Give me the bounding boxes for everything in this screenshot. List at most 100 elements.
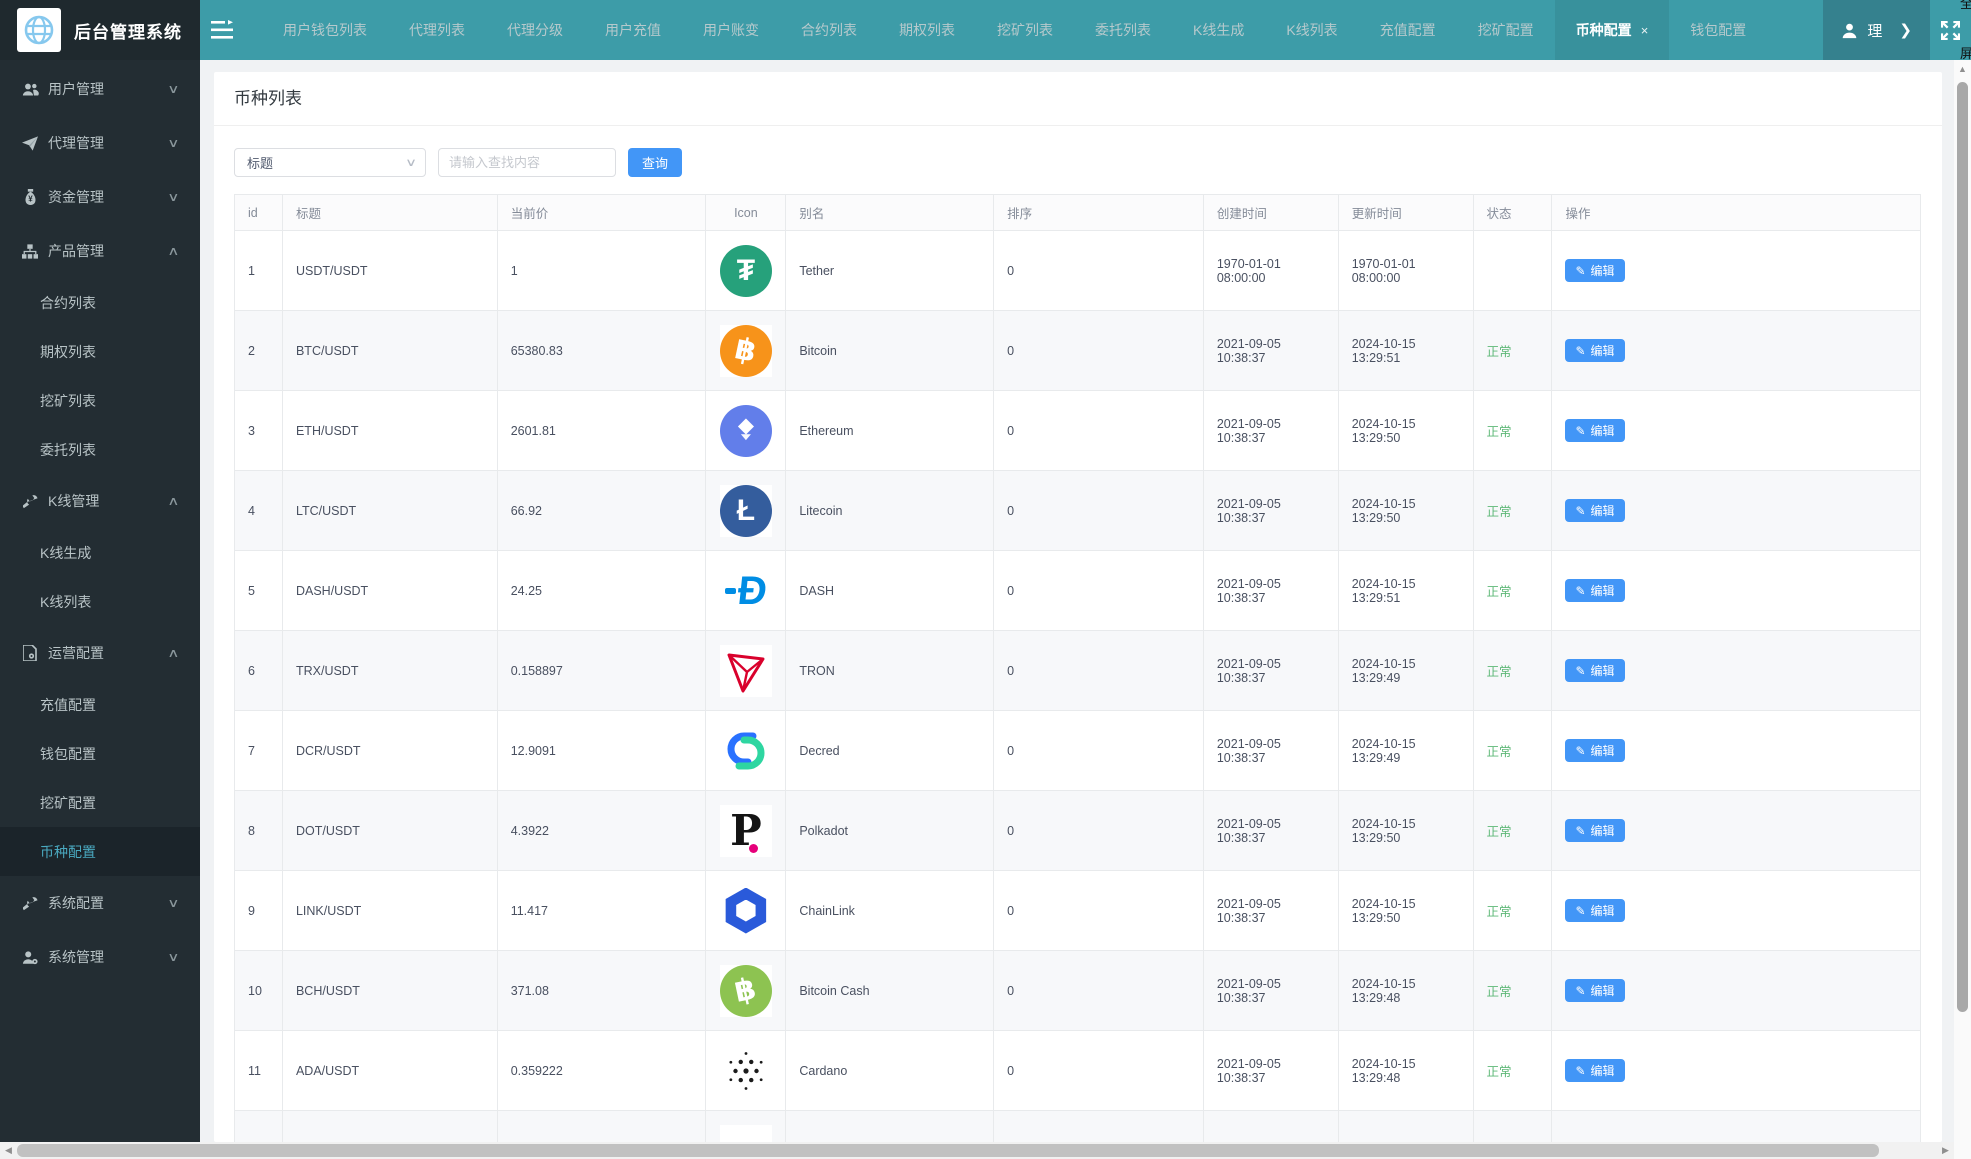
table-row: 5 DASH/USDT 24.25 Đ DASH 0 2021-09-05 10:38:37… xyxy=(235,551,1920,631)
cell-alias: Cardano xyxy=(786,1031,995,1110)
sidebar-item-挖矿配置[interactable]: 挖矿配置 xyxy=(0,778,200,827)
cell-title: ETH/USDT xyxy=(283,391,498,470)
field-select[interactable]: 标题 ∨ xyxy=(234,148,426,177)
close-icon[interactable]: × xyxy=(1641,23,1649,38)
cell-id: 11 xyxy=(235,1031,283,1110)
sidebar-item-K线管理[interactable]: K线管理 ∧ xyxy=(0,474,200,528)
tab-合约列表[interactable]: 合约列表 xyxy=(780,0,878,60)
cell-sort: 0 xyxy=(994,791,1204,870)
cell-status xyxy=(1474,1111,1553,1142)
edit-button[interactable]: ✎ 编辑 xyxy=(1565,659,1625,682)
sidebar-item-运营配置[interactable]: 运营配置 ∧ xyxy=(0,626,200,680)
tab-用户充值[interactable]: 用户充值 xyxy=(584,0,682,60)
chevron-up-icon: ∧ xyxy=(167,244,180,258)
edit-button[interactable]: ✎ 编辑 xyxy=(1565,339,1625,362)
table-row: 1 USDT/USDT 1 ₮ Tether 0 1970-01-01 08:00:00 19… xyxy=(235,231,1920,311)
cell-id: 3 xyxy=(235,391,283,470)
cell-action: ✎ 编辑 xyxy=(1552,311,1920,390)
sidebar-item-产品管理[interactable]: 产品管理 ∧ xyxy=(0,224,200,278)
cell-action: ✎ 编辑 xyxy=(1552,1031,1920,1110)
collapse-menu-icon[interactable] xyxy=(200,0,246,60)
cell-icon: ₮ xyxy=(706,231,787,310)
scroll-up-icon[interactable]: ▲ xyxy=(1954,60,1971,77)
tab-挖矿列表[interactable]: 挖矿列表 xyxy=(976,0,1074,60)
sidebar-item-钱包配置[interactable]: 钱包配置 xyxy=(0,729,200,778)
cell-action: ✎ 编辑 xyxy=(1552,871,1920,950)
edit-button[interactable]: ✎ 编辑 xyxy=(1565,579,1625,602)
edit-button[interactable]: ✎ 编辑 xyxy=(1565,979,1625,1002)
svg-text:¥: ¥ xyxy=(28,194,33,203)
cell-status: 正常 xyxy=(1474,471,1553,550)
tab-用户账变[interactable]: 用户账变 xyxy=(682,0,780,60)
sidebar-item-委托列表[interactable]: 委托列表 xyxy=(0,425,200,474)
sidebar-item-label: 委托列表 xyxy=(40,441,96,458)
sidebar-item-代理管理[interactable]: 代理管理 ∨ xyxy=(0,116,200,170)
sidebar-item-合约列表[interactable]: 合约列表 xyxy=(0,278,200,327)
litecoin-coin-icon: Ł xyxy=(719,484,772,537)
sidebar-item-资金管理[interactable]: ¥ 资金管理 ∨ xyxy=(0,170,200,224)
sidebar-item-币种配置[interactable]: 币种配置 xyxy=(0,827,200,876)
edit-button[interactable]: ✎ 编辑 xyxy=(1565,419,1625,442)
tab-用户钱包列表[interactable]: 用户钱包列表 xyxy=(262,0,388,60)
chevron-up-icon: ∧ xyxy=(167,494,180,508)
sidebar-item-K线列表[interactable]: K线列表 xyxy=(0,577,200,626)
tab-代理列表[interactable]: 代理列表 xyxy=(388,0,486,60)
tab-挖矿配置[interactable]: 挖矿配置 xyxy=(1457,0,1555,60)
edit-button[interactable]: ✎ 编辑 xyxy=(1565,819,1625,842)
sidebar-item-挖矿列表[interactable]: 挖矿列表 xyxy=(0,376,200,425)
query-button[interactable]: 查询 xyxy=(628,148,683,177)
paper-plane-icon xyxy=(20,135,40,151)
sidebar-item-label: 币种配置 xyxy=(40,843,96,860)
search-input[interactable] xyxy=(438,148,616,177)
sidebar-item-label: 合约列表 xyxy=(40,294,96,311)
cell-price: 12.9091 xyxy=(498,711,707,790)
scroll-left-icon[interactable]: ◀ xyxy=(0,1142,17,1159)
edit-button[interactable]: ✎ 编辑 xyxy=(1565,899,1625,922)
chevron-down-icon: ∨ xyxy=(167,896,180,910)
tab-label: 委托列表 xyxy=(1095,22,1151,38)
cell-sort: 0 xyxy=(994,391,1204,470)
edit-button-label: 编辑 xyxy=(1590,1064,1615,1078)
tab-币种配置[interactable]: 币种配置 × xyxy=(1554,0,1670,60)
tab-label: 用户账变 xyxy=(703,22,759,38)
sidebar-item-期权列表[interactable]: 期权列表 xyxy=(0,327,200,376)
cell-action: ✎ 编辑 xyxy=(1552,951,1920,1030)
status-badge: 正常 xyxy=(1486,345,1512,359)
edit-button[interactable]: ✎ 编辑 xyxy=(1565,259,1625,282)
sidebar-item-用户管理[interactable]: 用户管理 ∨ xyxy=(0,62,200,116)
tab-代理分级[interactable]: 代理分级 xyxy=(486,0,584,60)
sidebar-item-K线生成[interactable]: K线生成 xyxy=(0,528,200,577)
tab-充值配置[interactable]: 充值配置 xyxy=(1359,0,1457,60)
tab-钱包配置[interactable]: 钱包配置 xyxy=(1669,0,1767,60)
tab-委托列表[interactable]: 委托列表 xyxy=(1074,0,1172,60)
cell-created: 1970-01-01 08:00:00 xyxy=(1204,231,1339,310)
pencil-icon: ✎ xyxy=(1575,663,1586,678)
tab-期权列表[interactable]: 期权列表 xyxy=(878,0,976,60)
cell-icon: P xyxy=(706,791,787,870)
cell-title: BTC/USDT xyxy=(283,311,498,390)
horizontal-scroll-thumb[interactable] xyxy=(17,1144,1879,1157)
user-menu[interactable]: 理 ❯ xyxy=(1823,0,1930,60)
cell-icon xyxy=(706,711,787,790)
vertical-scrollbar[interactable]: ▲ xyxy=(1954,60,1971,1142)
app-title: 后台管理系统 xyxy=(74,22,182,42)
sidebar-item-充值配置[interactable]: 充值配置 xyxy=(0,680,200,729)
sidebar-item-系统配置[interactable]: 系统配置 ∨ xyxy=(0,876,200,930)
coin-list-card: 币种列表 标题 ∨ 查询 id标题当前价Icon别名排序创建时间更新时间状态操作… xyxy=(214,72,1942,1142)
cell-icon: ◆ ▼ xyxy=(706,391,787,470)
scroll-right-icon[interactable]: ▶ xyxy=(1937,1142,1954,1159)
column-header-action: 操作 xyxy=(1565,207,1591,221)
edit-button[interactable]: ✎ 编辑 xyxy=(1565,739,1625,762)
cell-id: 9 xyxy=(235,871,283,950)
vertical-scroll-thumb[interactable] xyxy=(1957,82,1968,1012)
horizontal-scrollbar[interactable]: ◀ ▶ xyxy=(0,1142,1954,1159)
edit-button-label: 编辑 xyxy=(1590,744,1615,758)
tab-K线列表[interactable]: K线列表 xyxy=(1265,0,1358,60)
sidebar-item-系统管理[interactable]: 系统管理 ∨ xyxy=(0,930,200,984)
sidebar-item-label: 钱包配置 xyxy=(40,745,96,762)
tab-K线生成[interactable]: K线生成 xyxy=(1172,0,1265,60)
table-header-row: id 标题 当前价 Icon 别名 排序 创建时间 更新时间 状态 操作 xyxy=(235,195,1920,231)
edit-button[interactable]: ✎ 编辑 xyxy=(1565,1059,1625,1082)
status-badge: 正常 xyxy=(1486,505,1512,519)
edit-button[interactable]: ✎ 编辑 xyxy=(1565,499,1625,522)
